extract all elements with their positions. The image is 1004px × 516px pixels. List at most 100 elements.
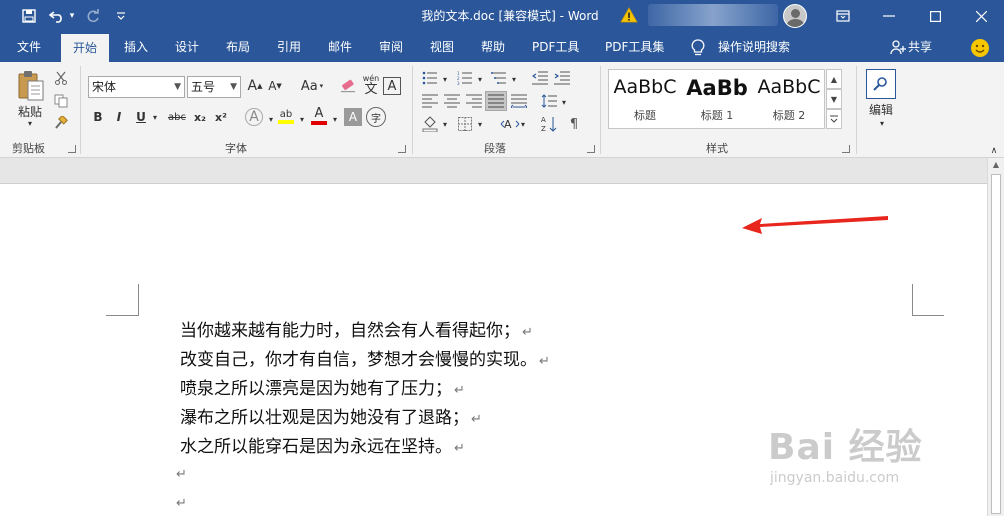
tab-pdf-toolset[interactable]: PDF工具集: [605, 32, 664, 62]
superscript-button[interactable]: x²: [212, 108, 230, 126]
font-color-dropdown-icon[interactable]: ▾: [330, 110, 340, 128]
minimize-button[interactable]: [866, 0, 912, 32]
tab-layout[interactable]: 布局: [226, 32, 250, 62]
customize-qat-icon[interactable]: [112, 0, 130, 32]
tab-mailings[interactable]: 邮件: [328, 32, 352, 62]
ribbon-display-options-icon[interactable]: [820, 0, 866, 32]
shading-bucket-icon[interactable]: [420, 115, 440, 133]
increase-indent-icon[interactable]: [552, 70, 572, 86]
document-line[interactable]: 水之所以能穿石是因为永远在坚持。 ↵: [180, 436, 465, 458]
tab-view[interactable]: 视图: [430, 32, 454, 62]
cut-icon[interactable]: [52, 69, 70, 87]
numbering-icon[interactable]: 123: [455, 70, 475, 86]
scroll-up-icon[interactable]: ▲: [988, 160, 1004, 172]
bullets-icon[interactable]: [420, 70, 440, 86]
style-heading-2[interactable]: AaBbC 标题 2: [753, 70, 825, 128]
tell-me-search[interactable]: 操作说明搜索: [718, 32, 790, 62]
italic-button[interactable]: I: [111, 108, 127, 126]
paragraph-dialog-launcher-icon[interactable]: [587, 145, 595, 153]
avatar[interactable]: [783, 4, 807, 28]
vertical-scrollbar[interactable]: ▲: [987, 158, 1004, 516]
grow-font-icon[interactable]: A ▲: [246, 76, 264, 96]
paragraph-mark[interactable]: ↵: [176, 496, 187, 511]
distributed-icon[interactable]: [509, 93, 529, 109]
line-spacing-icon[interactable]: [539, 93, 559, 109]
text-effects-button[interactable]: A: [244, 106, 264, 128]
font-dialog-launcher-icon[interactable]: [398, 145, 406, 153]
underline-button[interactable]: U: [133, 108, 149, 126]
tab-pdf-tools[interactable]: PDF工具: [532, 32, 579, 62]
tab-home[interactable]: 开始: [61, 34, 110, 62]
style-title[interactable]: AaBbC 标题: [609, 70, 681, 128]
chinese-layout-dropdown-icon[interactable]: ▾: [519, 117, 527, 131]
numbering-dropdown-icon[interactable]: ▾: [476, 72, 484, 86]
share-button[interactable]: 共享: [908, 32, 932, 62]
enclose-characters-button[interactable]: 字: [366, 107, 386, 127]
multilevel-dropdown-icon[interactable]: ▾: [510, 72, 518, 86]
style-heading-1[interactable]: AaBb 标题 1: [681, 70, 753, 128]
text-highlight-button[interactable]: ab: [276, 104, 296, 128]
redo-icon[interactable]: [82, 0, 104, 32]
styles-dialog-launcher-icon[interactable]: [842, 145, 850, 153]
bullets-dropdown-icon[interactable]: ▾: [441, 72, 449, 86]
editing-search-icon[interactable]: [866, 69, 896, 99]
decrease-indent-icon[interactable]: [530, 70, 550, 86]
scrollbar-thumb[interactable]: [991, 174, 1001, 514]
text-effects-dropdown-icon[interactable]: ▾: [266, 110, 276, 128]
smiley-feedback-icon[interactable]: [971, 39, 989, 57]
tab-file[interactable]: 文件: [17, 32, 41, 62]
share-person-icon[interactable]: [890, 39, 906, 55]
character-border-button[interactable]: A: [383, 77, 401, 95]
paste-icon[interactable]: [14, 68, 48, 104]
align-center-icon[interactable]: [442, 93, 462, 109]
document-line[interactable]: 瀑布之所以壮观是因为她没有了退路； ↵: [180, 407, 482, 429]
document-line[interactable]: 改变自己，你才有自信，梦想才会慢慢的实现。 ↵: [180, 349, 550, 371]
line-spacing-dropdown-icon[interactable]: ▾: [560, 95, 568, 109]
format-painter-icon[interactable]: [52, 114, 70, 132]
align-right-icon[interactable]: [464, 93, 484, 109]
maximize-button[interactable]: [912, 0, 958, 32]
borders-dropdown-icon[interactable]: ▾: [476, 117, 484, 131]
paste-button[interactable]: 粘贴: [10, 104, 50, 119]
subscript-button[interactable]: x₂: [191, 108, 209, 126]
justify-icon[interactable]: [485, 91, 507, 111]
borders-icon[interactable]: [455, 115, 475, 133]
tab-references[interactable]: 引用: [277, 32, 301, 62]
change-case-button[interactable]: Aa ▾: [297, 76, 327, 96]
paragraph-mark[interactable]: ↵: [176, 467, 187, 482]
paste-dropdown-icon[interactable]: ▾: [24, 118, 36, 128]
save-icon[interactable]: [16, 0, 42, 32]
undo-icon[interactable]: [46, 0, 68, 32]
bold-button[interactable]: B: [90, 108, 106, 126]
sort-icon[interactable]: AZ: [539, 114, 559, 134]
strikethrough-button[interactable]: abc: [165, 108, 189, 126]
show-formatting-marks-icon[interactable]: ¶: [564, 114, 584, 134]
copy-icon[interactable]: [52, 92, 70, 110]
underline-dropdown-icon[interactable]: ▾: [150, 108, 160, 126]
editing-button[interactable]: 编辑: [860, 101, 902, 117]
collapse-ribbon-icon[interactable]: ∧: [987, 146, 1001, 156]
align-left-icon[interactable]: [420, 93, 440, 109]
shrink-font-icon[interactable]: A ▼: [266, 76, 284, 96]
phonetic-guide-button[interactable]: wén 文: [360, 72, 382, 98]
tab-insert[interactable]: 插入: [124, 32, 148, 62]
tab-help[interactable]: 帮助: [481, 32, 505, 62]
multilevel-list-icon[interactable]: [489, 70, 509, 86]
document-line[interactable]: 喷泉之所以漂亮是因为她有了压力； ↵: [180, 378, 465, 400]
font-color-button[interactable]: A: [309, 104, 329, 128]
styles-scroll-down-icon[interactable]: ▼: [826, 89, 842, 109]
document-line[interactable]: 当你越来越有能力时，自然会有人看得起你； ↵: [180, 320, 533, 342]
shading-dropdown-icon[interactable]: ▾: [441, 117, 449, 131]
tab-design[interactable]: 设计: [175, 32, 199, 62]
clear-formatting-icon[interactable]: [338, 76, 358, 96]
close-button[interactable]: [958, 0, 1004, 32]
clipboard-dialog-launcher-icon[interactable]: [68, 145, 76, 153]
highlight-dropdown-icon[interactable]: ▾: [297, 110, 307, 128]
editing-dropdown-icon[interactable]: ▾: [876, 117, 888, 129]
styles-scroll-up-icon[interactable]: ▲: [826, 69, 842, 89]
font-size-combo[interactable]: 五号 ▼: [187, 76, 241, 98]
undo-dropdown-icon[interactable]: ▾: [66, 0, 78, 32]
warning-icon[interactable]: [620, 7, 638, 23]
tab-review[interactable]: 审阅: [379, 32, 403, 62]
font-name-combo[interactable]: 宋体 ▼: [88, 76, 185, 98]
